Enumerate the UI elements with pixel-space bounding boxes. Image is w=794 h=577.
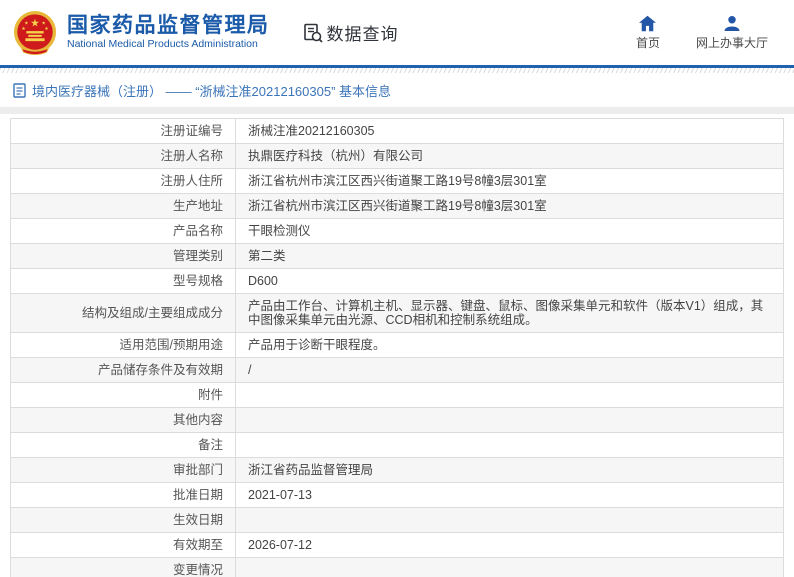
row-label: 型号规格 xyxy=(10,268,236,294)
svg-text:★: ★ xyxy=(30,17,39,29)
nav-online-hall[interactable]: 网上办事大厅 xyxy=(696,15,768,51)
row-value xyxy=(235,407,784,433)
top-nav: 首页 网上办事大厅 xyxy=(636,15,768,51)
row-value: 第二类 xyxy=(235,243,784,269)
table-row: 审批部门 浙江省药品监督管理局 xyxy=(10,457,784,483)
nav-home-label: 首页 xyxy=(635,35,660,50)
row-label: 审批部门 xyxy=(10,457,236,483)
row-value: 干眼检测仪 xyxy=(235,218,784,244)
row-label: 附件 xyxy=(10,382,236,408)
row-label: 备注 xyxy=(10,432,236,458)
row-value: 产品由工作台、计算机主机、显示器、键盘、鼠标、图像采集单元和软件（版本V1）组成… xyxy=(235,293,784,333)
table-row: 注册证编号 浙械注准20212160305 xyxy=(10,118,784,144)
table-row: 产品储存条件及有效期 / xyxy=(10,357,784,383)
home-icon xyxy=(639,15,657,31)
table-row: 附件 xyxy=(10,382,784,408)
row-value: 2026-07-12 xyxy=(235,532,784,558)
table-row: 生产地址 浙江省杭州市滨江区西兴街道聚工路19号8幢3层301室 xyxy=(10,193,784,219)
table-row: 生效日期 xyxy=(10,507,784,533)
user-icon xyxy=(724,15,740,31)
table-row: 结构及组成/主要组成成分 产品由工作台、计算机主机、显示器、键盘、鼠标、图像采集单… xyxy=(10,293,784,333)
row-label: 批准日期 xyxy=(10,482,236,508)
row-label: 注册人住所 xyxy=(10,168,236,194)
table-row: 其他内容 xyxy=(10,407,784,433)
row-value: 浙江省杭州市滨江区西兴街道聚工路19号8幢3层301室 xyxy=(235,193,784,219)
data-query-label: 数据查询 xyxy=(326,25,399,44)
breadcrumb: 境内医疗器械（注册） —— “浙械注准20212160305” 基本信息 xyxy=(0,73,794,107)
row-label: 结构及组成/主要组成成分 xyxy=(10,293,236,333)
row-label: 管理类别 xyxy=(10,243,236,269)
doc-magnifier-icon xyxy=(303,23,323,43)
row-label: 注册人名称 xyxy=(10,143,236,169)
row-value xyxy=(235,432,784,458)
header: ★ ★ ★ ★ ★ 国家药品监督管理局 National Medical Pro… xyxy=(0,0,794,65)
row-label: 生产地址 xyxy=(10,193,236,219)
table-row: 备注 xyxy=(10,432,784,458)
row-value: / xyxy=(235,357,784,383)
data-query-section-title: 数据查询 xyxy=(302,20,399,45)
svg-text:★: ★ xyxy=(44,26,48,32)
row-value: D600 xyxy=(235,268,784,294)
org-name-cn: 国家药品监督管理局 xyxy=(67,14,270,37)
nav-home[interactable]: 首页 xyxy=(636,15,660,51)
row-label: 注册证编号 xyxy=(10,118,236,144)
separator-band xyxy=(0,107,794,114)
row-label: 产品储存条件及有效期 xyxy=(10,357,236,383)
row-value xyxy=(235,557,784,577)
table-row: 有效期至 2026-07-12 xyxy=(10,532,784,558)
row-value xyxy=(235,507,784,533)
table-row: 注册人住所 浙江省杭州市滨江区西兴街道聚工路19号8幢3层301室 xyxy=(10,168,784,194)
svg-text:★: ★ xyxy=(41,20,45,26)
row-value xyxy=(235,382,784,408)
national-emblem-logo: ★ ★ ★ ★ ★ xyxy=(13,10,57,55)
document-icon xyxy=(13,83,26,98)
org-title-block: 国家药品监督管理局 National Medical Products Admi… xyxy=(67,14,270,51)
registration-info-table: 注册证编号 浙械注准20212160305 注册人名称 执鼎医疗科技（杭州）有限公司… xyxy=(10,118,784,577)
row-value: 2021-07-13 xyxy=(235,482,784,508)
table-row: 批准日期 2021-07-13 xyxy=(10,482,784,508)
row-value: 产品用于诊断干眼程度。 xyxy=(235,332,784,358)
table-row: 注册人名称 执鼎医疗科技（杭州）有限公司 xyxy=(10,143,784,169)
table-row: 型号规格 D600 xyxy=(10,268,784,294)
table-row: 变更情况 xyxy=(10,557,784,577)
table-row: 管理类别 第二类 xyxy=(10,243,784,269)
svg-text:★: ★ xyxy=(24,20,28,26)
row-label: 产品名称 xyxy=(10,218,236,244)
breadcrumb-text: 境内医疗器械（注册） —— “浙械注准20212160305” 基本信息 xyxy=(32,84,392,99)
row-value: 浙江省杭州市滨江区西兴街道聚工路19号8幢3层301室 xyxy=(235,168,784,194)
row-label: 生效日期 xyxy=(10,507,236,533)
row-value: 执鼎医疗科技（杭州）有限公司 xyxy=(235,143,784,169)
table-row: 适用范围/预期用途 产品用于诊断干眼程度。 xyxy=(10,332,784,358)
row-label: 适用范围/预期用途 xyxy=(10,332,236,358)
table-row: 产品名称 干眼检测仪 xyxy=(10,218,784,244)
row-label: 其他内容 xyxy=(10,407,236,433)
org-name-en: National Medical Products Administration xyxy=(67,38,258,50)
row-label: 变更情况 xyxy=(10,557,236,577)
row-label: 有效期至 xyxy=(10,532,236,558)
row-value: 浙江省药品监督管理局 xyxy=(235,457,784,483)
svg-text:★: ★ xyxy=(21,26,25,32)
row-value: 浙械注准20212160305 xyxy=(235,118,784,144)
nav-online-hall-label: 网上办事大厅 xyxy=(695,35,768,50)
